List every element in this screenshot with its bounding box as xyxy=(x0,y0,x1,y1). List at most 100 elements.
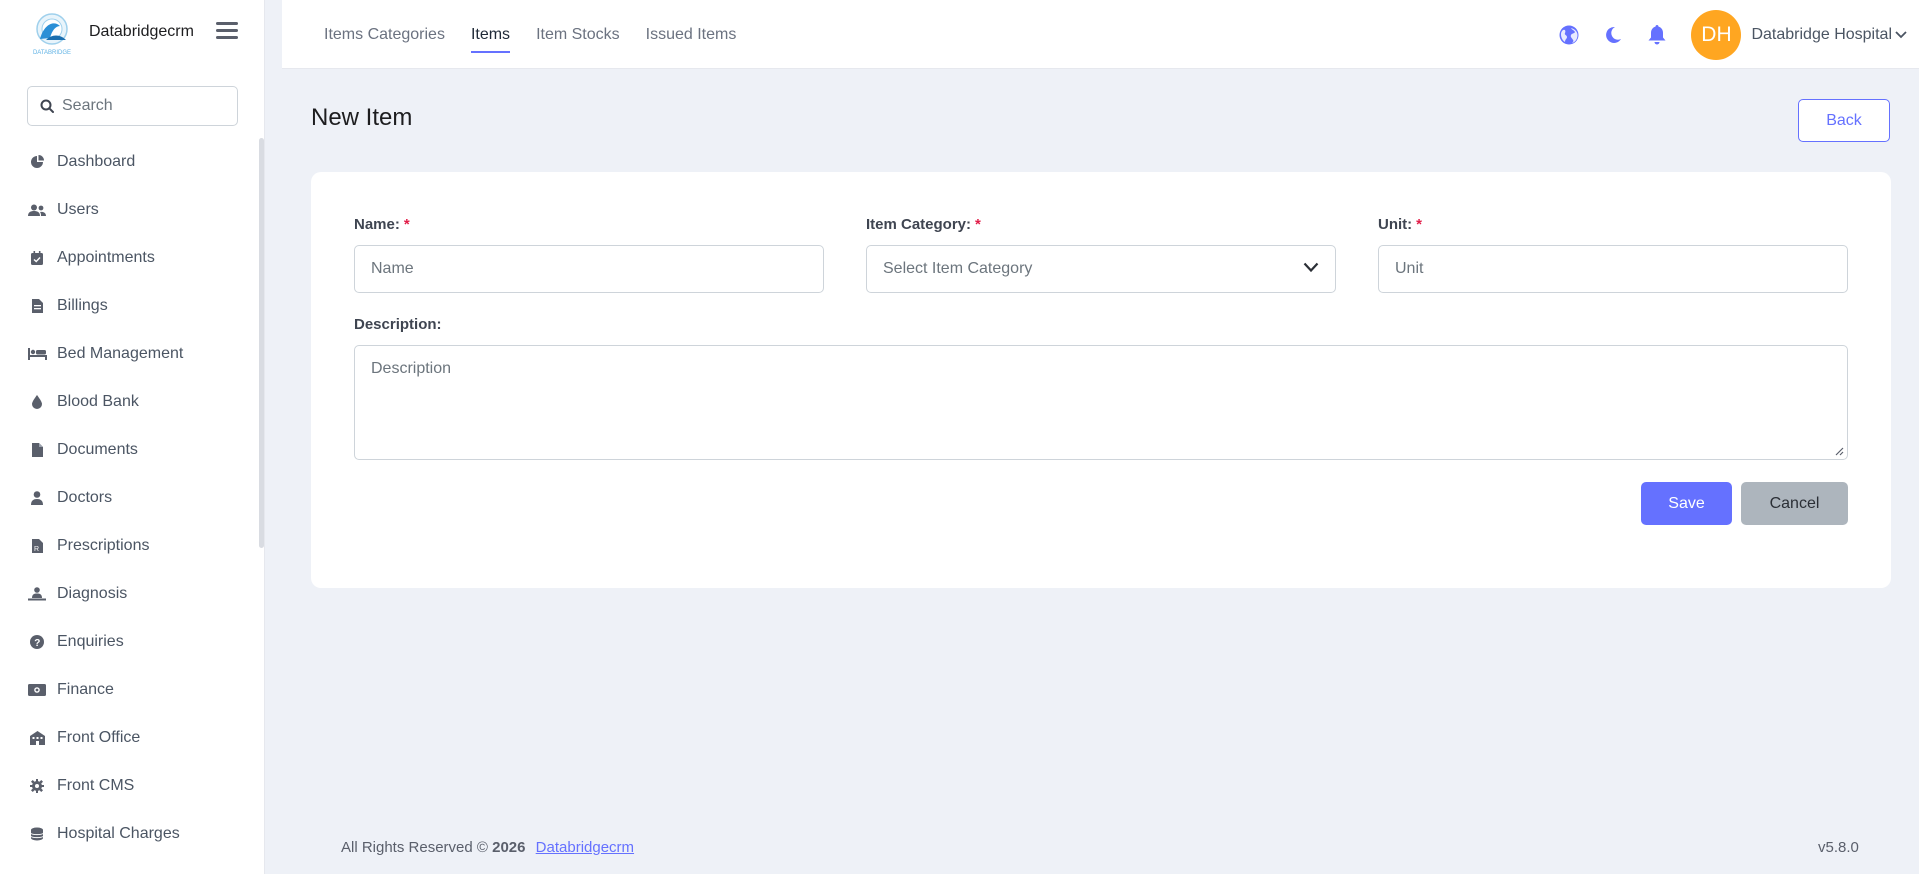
unit-label-text: Unit: xyxy=(1378,216,1413,233)
sidebar-scrollbar[interactable] xyxy=(259,138,264,548)
svg-text:?: ? xyxy=(34,638,40,649)
save-button[interactable]: Save xyxy=(1641,482,1732,525)
app-version: v5.8.0 xyxy=(1818,839,1859,856)
sidebar-item-front-office[interactable]: Front Office xyxy=(0,714,258,762)
description-field-label: Description: xyxy=(354,316,442,333)
item-category-selected: Select Item Category xyxy=(883,260,1033,277)
tab-items-categories[interactable]: Items Categories xyxy=(324,0,445,69)
coins-icon xyxy=(27,826,47,842)
resize-grip-icon[interactable] xyxy=(1834,446,1844,456)
gear-icon xyxy=(27,778,47,794)
name-label-text: Name: xyxy=(354,216,400,233)
sidebar-item-billings[interactable]: Billings xyxy=(0,282,258,330)
chevron-down-icon xyxy=(1303,262,1319,273)
tab-items[interactable]: Items xyxy=(470,0,511,69)
sidebar-item-label: Finance xyxy=(57,681,114,698)
sidebar-item-label: Documents xyxy=(57,441,138,458)
sidebar-item-enquiries[interactable]: ? Enquiries xyxy=(0,618,258,666)
invoice-icon xyxy=(27,298,47,314)
search-input[interactable] xyxy=(58,96,228,116)
sidebar-nav: Dashboard Users Appointments Billings Be… xyxy=(0,138,258,858)
name-input[interactable] xyxy=(354,245,824,293)
sidebar-item-label: Prescriptions xyxy=(57,537,150,554)
sidebar-item-label: Front Office xyxy=(57,729,141,746)
required-mark: * xyxy=(403,216,410,233)
user-doctor-icon xyxy=(27,490,47,506)
header-actions: DH Databridge Hospital xyxy=(1557,0,1919,69)
required-mark: * xyxy=(975,216,981,233)
required-mark: * xyxy=(1416,216,1422,233)
chart-pie-icon xyxy=(27,154,47,170)
tab-issued-items[interactable]: Issued Items xyxy=(646,0,737,69)
cancel-button[interactable]: Cancel xyxy=(1741,482,1848,525)
brand-name[interactable]: Databridgecrm xyxy=(89,23,194,41)
moon-icon[interactable] xyxy=(1601,23,1625,47)
avatar[interactable]: DH xyxy=(1691,9,1742,60)
sidebar-item-label: Appointments xyxy=(57,249,155,266)
users-icon xyxy=(27,202,47,218)
sidebar-item-documents[interactable]: Documents xyxy=(0,426,258,474)
question-circle-icon: ? xyxy=(27,634,47,650)
sidebar-item-front-cms[interactable]: Front CMS xyxy=(0,762,258,810)
unit-field-label: Unit: * xyxy=(1378,216,1422,233)
droplet-icon xyxy=(27,394,47,410)
sidebar: DATABRIDGE Databridgecrm Dashboard Users xyxy=(0,0,265,874)
sidebar-item-finance[interactable]: Finance xyxy=(0,666,258,714)
new-item-form: Name:* Item Category:* Select Item Categ… xyxy=(311,172,1891,588)
sidebar-item-label: Users xyxy=(57,201,99,218)
sidebar-item-label: Dashboard xyxy=(57,153,136,170)
sidebar-item-users[interactable]: Users xyxy=(0,186,258,234)
calendar-check-icon xyxy=(27,250,47,266)
sidebar-item-hospital-charges[interactable]: Hospital Charges xyxy=(0,810,258,858)
sidebar-item-label: Front CMS xyxy=(57,777,135,794)
chevron-down-icon xyxy=(1895,30,1907,38)
sidebar-item-bed-management[interactable]: Bed Management xyxy=(0,330,258,378)
brand-logo[interactable]: DATABRIDGE xyxy=(26,12,78,56)
sidebar-item-label: Doctors xyxy=(57,489,113,506)
sidebar-item-appointments[interactable]: Appointments xyxy=(0,234,258,282)
svg-text:R: R xyxy=(34,546,39,553)
back-button[interactable]: Back xyxy=(1798,99,1890,142)
item-category-label-text: Item Category: xyxy=(866,216,972,233)
sidebar-search xyxy=(27,86,238,126)
menu-toggle-icon[interactable] xyxy=(216,22,238,42)
item-category-field-label: Item Category: * xyxy=(866,216,981,233)
sidebar-item-label: Bed Management xyxy=(57,345,184,362)
footer-link[interactable]: Databridgecrm xyxy=(536,839,634,856)
bed-icon xyxy=(27,346,47,362)
tab-item-stocks[interactable]: Item Stocks xyxy=(536,0,620,69)
brand-logo-text: DATABRIDGE xyxy=(33,50,71,56)
sidebar-item-dashboard[interactable]: Dashboard xyxy=(0,138,258,186)
file-icon xyxy=(27,442,47,458)
page-title: New Item xyxy=(311,104,413,131)
name-field-label: Name: * xyxy=(354,216,410,233)
header-tabs: Items Categories Items Item Stocks Issue… xyxy=(324,0,762,69)
globe-icon[interactable] xyxy=(1557,23,1581,47)
building-icon xyxy=(27,730,47,746)
sidebar-item-label: Hospital Charges xyxy=(57,825,180,842)
unit-input[interactable] xyxy=(1378,245,1848,293)
sidebar-item-doctors[interactable]: Doctors xyxy=(0,474,258,522)
search-icon xyxy=(28,86,58,126)
prescription-icon: R xyxy=(27,538,47,554)
brand: DATABRIDGE Databridgecrm xyxy=(0,0,264,68)
footer-rights-text: All Rights Reserved © xyxy=(341,839,488,856)
item-category-select[interactable]: Select Item Category xyxy=(866,245,1336,293)
sidebar-item-prescriptions[interactable]: R Prescriptions xyxy=(0,522,258,570)
footer-year: 2026 xyxy=(492,839,526,856)
user-name: Databridge Hospital xyxy=(1751,25,1892,43)
person-diagnosis-icon xyxy=(27,586,47,602)
footer-copyright: All Rights Reserved © 2026 Databridgecrm xyxy=(341,839,634,856)
sidebar-item-blood-bank[interactable]: Blood Bank xyxy=(0,378,258,426)
bell-icon[interactable] xyxy=(1645,23,1669,47)
top-header: Items Categories Items Item Stocks Issue… xyxy=(282,0,1919,69)
sidebar-item-diagnosis[interactable]: Diagnosis xyxy=(0,570,258,618)
description-label-text: Description: xyxy=(354,316,442,333)
user-menu[interactable]: Databridge Hospital xyxy=(1751,26,1907,44)
sidebar-item-label: Billings xyxy=(57,297,108,314)
sidebar-item-label: Enquiries xyxy=(57,633,124,650)
sidebar-item-label: Blood Bank xyxy=(57,393,139,410)
money-bill-icon xyxy=(27,682,47,698)
description-textarea[interactable] xyxy=(354,345,1848,460)
sidebar-item-label: Diagnosis xyxy=(57,585,128,602)
